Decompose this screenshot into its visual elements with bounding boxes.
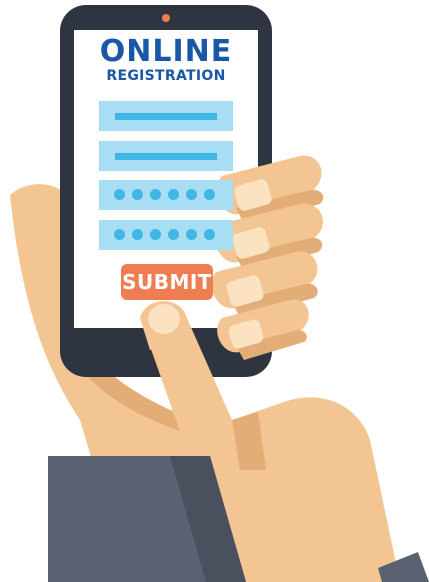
text-placeholder-bar <box>115 113 217 120</box>
mask-dot <box>132 229 143 240</box>
index-fingernail <box>148 304 180 334</box>
camera-icon <box>162 14 170 22</box>
mask-dot <box>168 229 179 240</box>
submit-button[interactable]: SUBMIT <box>121 264 213 300</box>
password-mask <box>114 189 215 201</box>
password-field-2[interactable] <box>99 220 233 250</box>
registration-illustration: ONLINE REGISTRATION SUBMIT <box>0 0 429 582</box>
mask-dot <box>168 189 179 200</box>
mask-dot <box>114 189 125 200</box>
mask-dot <box>204 189 215 200</box>
page-subtitle: REGISTRATION <box>106 68 226 84</box>
page-title: ONLINE <box>99 34 233 69</box>
mask-dot <box>150 189 161 200</box>
mask-dot <box>132 189 143 200</box>
text-placeholder-bar <box>115 153 217 160</box>
phone-and-hands-illustration <box>10 5 429 582</box>
password-field-1[interactable] <box>99 180 233 210</box>
password-mask <box>114 229 215 241</box>
mask-dot <box>150 229 161 240</box>
mask-dot <box>114 229 125 240</box>
text-field-1[interactable] <box>99 101 233 131</box>
text-field-2[interactable] <box>99 141 233 171</box>
mask-dot <box>186 189 197 200</box>
mask-dot <box>204 229 215 240</box>
mask-dot <box>186 229 197 240</box>
